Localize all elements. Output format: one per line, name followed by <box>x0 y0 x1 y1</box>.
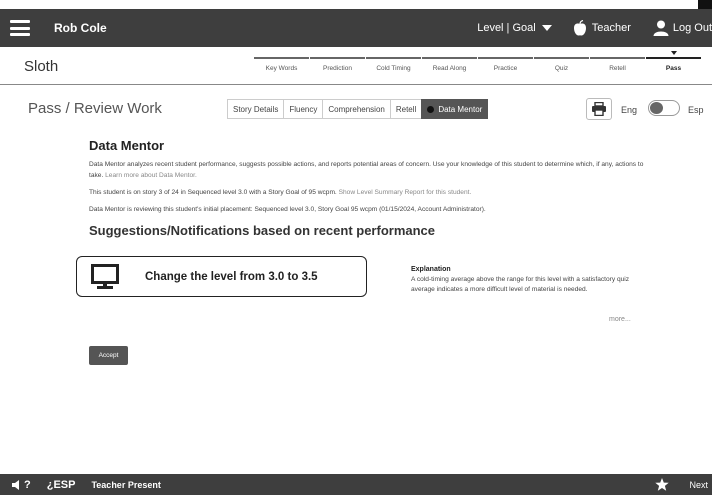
data-mentor-dot-icon <box>427 105 435 113</box>
tab-fluency[interactable]: Fluency <box>283 99 323 119</box>
page-title: Pass / Review Work <box>28 100 162 117</box>
esp-button[interactable]: ¿ESP <box>47 479 76 491</box>
step-retell[interactable]: Retell <box>590 57 645 72</box>
explanation-heading: Explanation <box>411 266 451 273</box>
pass-header: Pass / Review Work Story Details Fluency… <box>0 86 712 126</box>
data-mentor-panel: Data Mentor Data Mentor analyzes recent … <box>89 130 649 238</box>
user-name: Rob Cole <box>54 21 107 35</box>
teacher-label: Teacher <box>591 22 631 34</box>
level-goal-label: Level | Goal <box>477 22 536 34</box>
level-goal-dropdown[interactable]: Level | Goal <box>477 22 552 34</box>
tab-story-details[interactable]: Story Details <box>227 99 284 119</box>
teacher-button[interactable]: Teacher <box>572 19 631 37</box>
star-icon[interactable] <box>655 477 670 492</box>
next-button[interactable]: Next <box>689 480 708 490</box>
suggestions-title: Suggestions/Notifications based on recen… <box>89 223 436 238</box>
story-info-paragraph: This student is on story 3 of 24 in Sequ… <box>89 187 649 198</box>
more-link[interactable]: more... <box>609 316 631 323</box>
review-tabs: Story Details Fluency Comprehension Rete… <box>227 99 489 119</box>
logout-button[interactable]: Log Out <box>653 20 712 36</box>
explanation: Explanation A cold-timing average above … <box>411 266 641 295</box>
person-icon <box>653 20 669 36</box>
step-quiz[interactable]: Quiz <box>534 57 589 72</box>
chevron-down-icon <box>541 25 552 31</box>
tab-comprehension[interactable]: Comprehension <box>322 99 390 119</box>
step-practice[interactable]: Practice <box>478 57 533 72</box>
print-button[interactable] <box>586 98 612 120</box>
section-title: Data Mentor <box>89 138 165 153</box>
suggestion-text: Change the level from 3.0 to 3.5 <box>145 270 318 283</box>
audio-help-button[interactable]: ? <box>12 479 31 491</box>
story-title: Sloth <box>24 58 59 75</box>
story-info-text: This student is on story 3 of 24 in Sequ… <box>89 189 339 196</box>
level-summary-link[interactable]: Show Level Summary Report for this stude… <box>339 189 472 196</box>
intro-paragraph: Data Mentor analyzes recent student perf… <box>89 159 649 181</box>
step-nav: Key Words Prediction Cold Timing Read Al… <box>254 51 702 72</box>
menu-icon[interactable] <box>10 20 30 36</box>
step-pass[interactable]: Pass <box>646 51 701 72</box>
teacher-present-label: Teacher Present <box>91 479 161 490</box>
bottom-bar: ? ¿ESP Teacher Present Next <box>0 474 712 495</box>
monitor-icon <box>91 263 119 289</box>
corner-mark <box>698 0 712 9</box>
toggle-knob <box>650 102 663 114</box>
language-toggle[interactable] <box>648 100 680 116</box>
help-question-mark: ? <box>24 478 31 491</box>
accept-button[interactable]: Accept <box>89 346 128 365</box>
learn-more-link[interactable]: Learn more about Data Mentor. <box>105 172 197 179</box>
tab-data-mentor-label: Data Mentor <box>438 104 483 114</box>
step-read-along[interactable]: Read Along <box>422 57 477 72</box>
tab-retell[interactable]: Retell <box>389 99 422 119</box>
explanation-text: A cold-timing average above the range fo… <box>411 276 630 293</box>
logout-label: Log Out <box>672 22 712 34</box>
step-cold-timing[interactable]: Cold Timing <box>366 57 421 72</box>
language-esp-label: Esp <box>688 105 704 115</box>
speaker-icon <box>12 479 19 490</box>
top-bar: Rob Cole Level | Goal Teacher Log Out <box>0 9 712 47</box>
step-key-words[interactable]: Key Words <box>254 57 309 72</box>
story-row: Sloth Key Words Prediction Cold Timing R… <box>0 47 712 85</box>
step-prediction[interactable]: Prediction <box>310 57 365 72</box>
suggestion-card[interactable]: Change the level from 3.0 to 3.5 <box>76 256 367 297</box>
top-bar-actions: Level | Goal Teacher Log Out <box>477 19 712 37</box>
placement-paragraph: Data Mentor is reviewing this student's … <box>89 206 486 213</box>
apple-icon <box>573 19 586 36</box>
tab-data-mentor[interactable]: Data Mentor <box>421 99 489 119</box>
printer-icon <box>592 102 606 116</box>
language-eng-label: Eng <box>621 105 638 115</box>
